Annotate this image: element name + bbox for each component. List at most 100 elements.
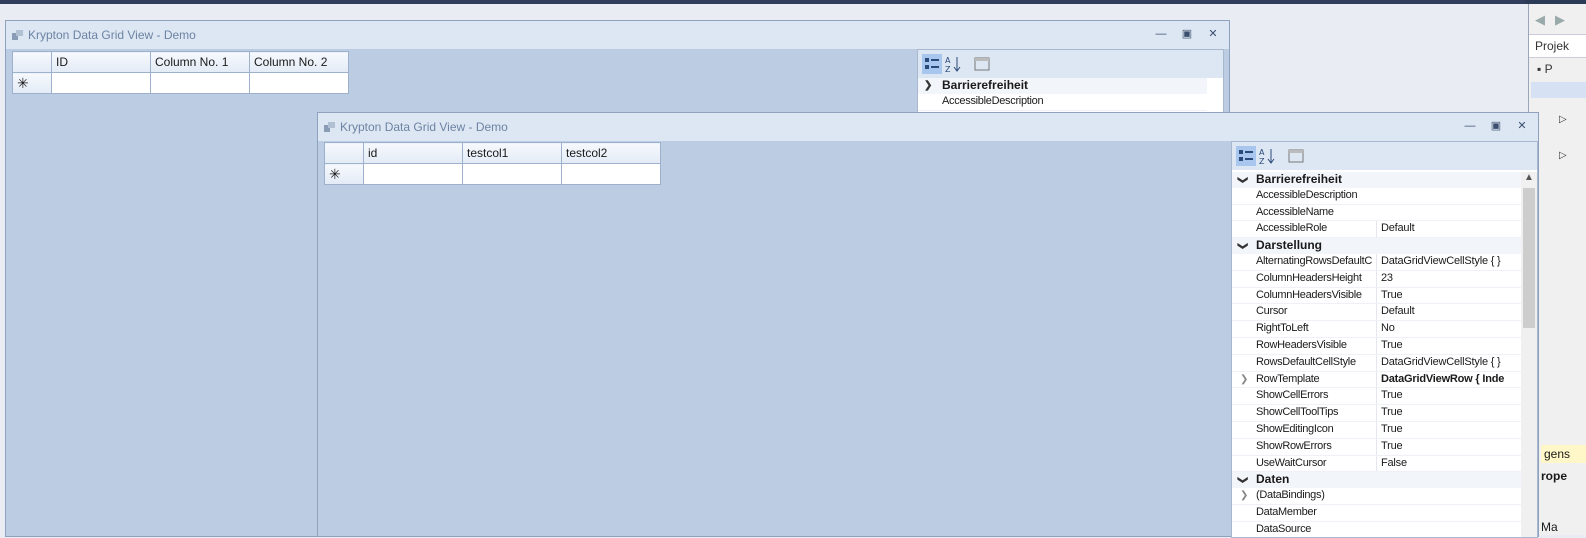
project-tree-item[interactable]: ▪ P — [1537, 62, 1553, 76]
maximize-icon[interactable]: ▣ — [1179, 26, 1195, 42]
window-title: Krypton Data Grid View - Demo — [28, 28, 196, 42]
minimize-icon[interactable]: — — [1153, 26, 1169, 42]
property-row[interactable]: DataSource — [1232, 522, 1521, 537]
sort-alphabetical-icon[interactable]: AZ — [1258, 146, 1278, 166]
property-row[interactable]: UseWaitCursor False — [1232, 455, 1521, 473]
scroll-up-icon[interactable]: ▲ — [1524, 172, 1534, 183]
property-row[interactable]: AlternatingRowsDefaultC DataGridViewCellS… — [1232, 253, 1521, 271]
column-header[interactable]: testcol2 — [561, 142, 661, 164]
property-row[interactable]: ColumnHeadersVisible True — [1232, 287, 1521, 305]
property-value[interactable]: True — [1376, 405, 1521, 421]
property-row[interactable]: AccessibleDescription — [918, 94, 1207, 111]
panel-text: Ma — [1541, 520, 1558, 534]
property-row[interactable]: RowHeadersVisible True — [1232, 337, 1521, 355]
collapse-chevron-icon[interactable]: ❯ — [1234, 476, 1250, 484]
property-row[interactable]: ❯ (DataBindings) — [1232, 488, 1521, 505]
property-name: (DataBindings) — [1256, 489, 1325, 502]
grid-header-row: ID Column No. 1 Column No. 2 — [12, 51, 349, 73]
forward-arrow-icon[interactable]: ▶ — [1555, 12, 1565, 28]
property-value[interactable]: Default — [1376, 221, 1521, 238]
column-header[interactable]: testcol1 — [462, 142, 562, 164]
grid-cell[interactable] — [462, 163, 562, 185]
grid-cell[interactable] — [561, 163, 661, 185]
property-value[interactable]: DataGridViewCellStyle { } — [1376, 354, 1521, 371]
tree-expand-icon[interactable]: ▷ — [1559, 150, 1567, 161]
property-row[interactable]: Cursor Default — [1232, 304, 1521, 322]
column-header[interactable]: Column No. 2 — [249, 51, 349, 73]
column-header[interactable]: Column No. 1 — [150, 51, 250, 73]
property-category[interactable]: ❯ Barrierefreiheit — [1232, 172, 1521, 188]
categorized-view-icon[interactable] — [922, 54, 942, 74]
property-row[interactable]: AccessibleName — [1232, 205, 1521, 222]
row-header-corner[interactable] — [324, 142, 364, 164]
back-arrow-icon[interactable]: ◀ — [1535, 12, 1545, 28]
sort-alphabetical-icon[interactable]: AZ — [944, 54, 964, 74]
expand-chevron-icon[interactable]: ❯ — [1240, 488, 1248, 504]
grid-cell[interactable] — [249, 72, 349, 94]
property-category[interactable]: ❯ Daten — [1232, 472, 1521, 489]
property-scrollbar[interactable]: ▲ — [1521, 172, 1537, 537]
property-value[interactable]: True — [1376, 421, 1521, 438]
property-value[interactable]: True — [1376, 337, 1521, 354]
maximize-icon[interactable]: ▣ — [1488, 118, 1504, 134]
property-value[interactable]: True — [1376, 287, 1521, 304]
collapse-chevron-icon[interactable]: ❯ — [1234, 242, 1250, 250]
property-name: AlternatingRowsDefaultC — [1256, 254, 1372, 267]
property-name: AccessibleDescription — [1256, 188, 1358, 201]
category-label: Darstellung — [1256, 238, 1323, 253]
grid-cell[interactable] — [51, 72, 151, 94]
property-row[interactable]: RowsDefaultCellStyle DataGridViewCellStyl… — [1232, 354, 1521, 372]
project-explorer-search[interactable]: Projek — [1529, 34, 1586, 58]
property-row[interactable]: RightToLeft No — [1232, 321, 1521, 338]
property-category[interactable]: ❯ Darstellung — [1232, 238, 1521, 254]
categorized-view-icon[interactable] — [1236, 146, 1256, 166]
grid-cell[interactable] — [150, 72, 250, 94]
title-bar[interactable]: Krypton Data Grid View - Demo — ▣ ✕ — [318, 113, 1538, 141]
project-tree-selected-item[interactable] — [1531, 82, 1586, 98]
grid-cell[interactable] — [363, 163, 463, 185]
property-name: Cursor — [1256, 305, 1288, 318]
category-label: Daten — [1256, 472, 1290, 487]
property-pages-icon[interactable] — [972, 54, 992, 74]
property-name: RowTemplate — [1256, 372, 1320, 385]
scroll-thumb[interactable] — [1523, 188, 1535, 328]
property-row[interactable]: ❯ RowTemplate DataGridViewRow { Inde — [1232, 371, 1521, 389]
data-grid[interactable]: id testcol1 testcol2 ✳ — [324, 142, 661, 185]
property-value[interactable]: 23 — [1376, 270, 1521, 287]
tree-expand-icon[interactable]: ▷ — [1559, 114, 1567, 125]
property-name: DataSource — [1256, 522, 1312, 535]
property-row[interactable]: AccessibleDescription — [1232, 188, 1521, 205]
property-value[interactable]: DataGridViewCellStyle { } — [1376, 253, 1521, 270]
row-header-corner[interactable] — [12, 51, 52, 73]
column-header[interactable]: ID — [51, 51, 151, 73]
minimize-icon[interactable]: — — [1462, 118, 1478, 134]
collapse-chevron-icon[interactable]: ❯ — [924, 78, 932, 94]
close-icon[interactable]: ✕ — [1205, 26, 1221, 42]
property-value[interactable]: DataGridViewRow { Inde — [1376, 371, 1521, 388]
property-value[interactable]: No — [1376, 321, 1521, 337]
property-row[interactable]: AccessibleRole Default — [1232, 221, 1521, 239]
property-value[interactable]: True — [1376, 438, 1521, 455]
window-title: Krypton Data Grid View - Demo — [340, 120, 508, 134]
collapse-chevron-icon[interactable]: ❯ — [1234, 176, 1250, 184]
property-name: UseWaitCursor — [1256, 456, 1327, 469]
property-value[interactable]: False — [1376, 455, 1521, 472]
title-bar[interactable]: Krypton Data Grid View - Demo — ▣ ✕ — [6, 21, 1229, 49]
close-icon[interactable]: ✕ — [1514, 118, 1530, 134]
property-category[interactable]: ❯ Barrierefreiheit — [918, 78, 1207, 94]
expand-chevron-icon[interactable]: ❯ — [1240, 372, 1248, 388]
property-row[interactable]: ShowRowErrors True — [1232, 438, 1521, 456]
property-row[interactable]: ShowCellErrors True — [1232, 388, 1521, 406]
property-grid: AZ ❯ Barrierefreiheit AccessibleDescriptio… — [1231, 141, 1538, 538]
column-header[interactable]: id — [363, 142, 463, 164]
property-name: ShowRowErrors — [1256, 439, 1332, 452]
property-row[interactable]: ShowEditingIcon True — [1232, 421, 1521, 439]
front-demo-window: Krypton Data Grid View - Demo — ▣ ✕ id t… — [317, 112, 1539, 538]
property-row[interactable]: ShowCellToolTips True — [1232, 405, 1521, 422]
property-row[interactable]: DataMember — [1232, 505, 1521, 522]
property-pages-icon[interactable] — [1286, 146, 1306, 166]
property-value[interactable]: True — [1376, 388, 1521, 405]
property-value[interactable]: Default — [1376, 304, 1521, 321]
data-grid[interactable]: ID Column No. 1 Column No. 2 ✳ — [12, 51, 349, 94]
property-row[interactable]: ColumnHeadersHeight 23 — [1232, 270, 1521, 288]
